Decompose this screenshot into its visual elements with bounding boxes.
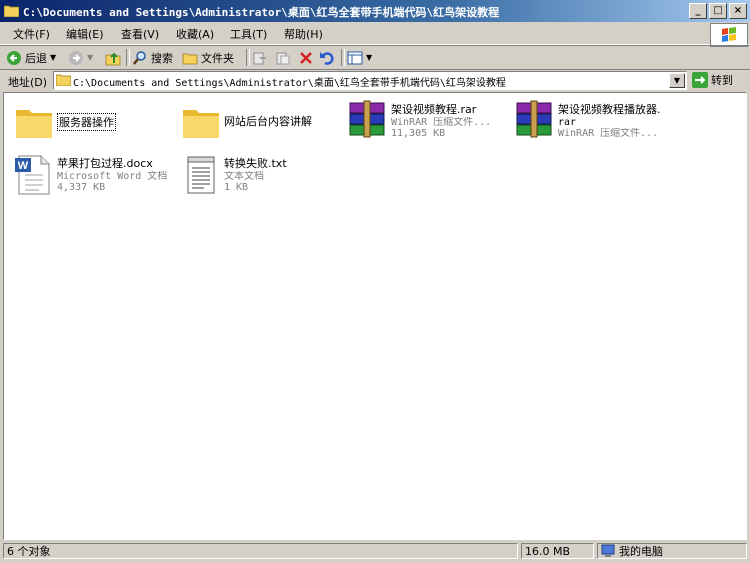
svg-text:W: W — [18, 160, 29, 172]
file-item[interactable]: 网站后台内容讲解 — [180, 100, 340, 144]
menu-file[interactable]: 文件(F) — [13, 26, 50, 42]
window-title: C:\Documents and Settings\Administrator\… — [23, 6, 500, 19]
search-icon — [133, 50, 146, 65]
forward-arrow-icon — [69, 50, 83, 65]
back-label: 后退 — [25, 51, 47, 65]
move-to-button[interactable] — [252, 49, 268, 66]
file-item[interactable]: 架设视频教程.rar WinRAR 压缩文件... 11,305 KB — [347, 99, 507, 143]
back-arrow-icon — [7, 50, 21, 65]
minimize-button[interactable]: _ — [689, 3, 707, 19]
status-location: 我的电脑 — [597, 543, 747, 559]
copy-to-icon — [276, 52, 290, 64]
address-input[interactable]: C:\Documents and Settings\Administrator\… — [53, 71, 687, 90]
file-name: 转换失败.txt — [224, 157, 287, 170]
file-item[interactable]: W 苹果打包过程.docx Microsoft Word 文档 4,337 KB — [13, 153, 173, 197]
title-bar[interactable]: C:\Documents and Settings\Administrator\… — [0, 0, 750, 22]
chevron-down-icon: ▼ — [366, 53, 373, 62]
chevron-down-icon: ▼ — [50, 53, 57, 62]
word-doc-icon: W — [15, 155, 50, 195]
file-name: 网站后台内容讲解 — [224, 115, 312, 128]
menu-tools[interactable]: 工具(T) — [230, 26, 267, 42]
forward-button[interactable]: ▼ — [68, 49, 93, 66]
file-list[interactable]: 服务器操作 网站后台内容讲解 架设视频教程.rar WinRAR 压缩文件... — [3, 92, 747, 540]
delete-button[interactable] — [298, 49, 314, 66]
winrar-icon — [516, 100, 552, 138]
my-computer-icon — [601, 544, 615, 557]
file-name: 架设视频教程播放器. — [558, 103, 661, 116]
status-object-count: 6 个对象 — [3, 543, 518, 559]
explorer-window: C:\Documents and Settings\Administrator\… — [0, 0, 750, 563]
undo-button[interactable] — [319, 49, 335, 66]
address-value: C:\Documents and Settings\Administrator\… — [73, 78, 506, 89]
go-button[interactable]: 转到 — [692, 72, 733, 88]
address-dropdown-button[interactable]: ▼ — [669, 73, 685, 88]
copy-to-button[interactable] — [275, 49, 291, 66]
file-name-continued: rar — [558, 117, 577, 128]
go-arrow-icon — [692, 72, 708, 88]
file-name: 苹果打包过程.docx — [57, 157, 153, 170]
menu-favorites[interactable]: 收藏(A) — [176, 26, 214, 42]
file-item[interactable]: 转换失败.txt 文本文档 1 KB — [180, 153, 340, 197]
folders-button[interactable]: 文件夹 — [182, 49, 234, 66]
chevron-down-icon: ▼ — [87, 53, 94, 62]
folder-icon — [56, 74, 71, 86]
search-button[interactable]: 搜索 — [132, 49, 173, 66]
winrar-icon — [349, 100, 385, 138]
menu-bar: 文件(F) 编辑(E) 查看(V) 收藏(A) 工具(T) 帮助(H) — [0, 22, 750, 45]
file-item[interactable]: 服务器操作 — [13, 100, 173, 144]
search-label: 搜索 — [151, 51, 173, 65]
go-label: 转到 — [711, 74, 733, 87]
file-item[interactable]: 架设视频教程播放器. rar WinRAR 压缩文件... — [514, 99, 674, 143]
file-name: 服务器操作 — [57, 113, 116, 131]
text-doc-icon — [187, 156, 215, 194]
file-size: 4,337 KB — [57, 182, 106, 193]
menu-help[interactable]: 帮助(H) — [284, 26, 323, 42]
delete-icon — [300, 51, 312, 64]
windows-logo-icon — [710, 23, 748, 47]
address-bar: 地址(D) C:\Documents and Settings\Administ… — [0, 69, 750, 92]
menu-edit[interactable]: 编辑(E) — [66, 26, 104, 42]
standard-toolbar: 后退 ▼ ▼ 搜索 文件夹 ▼ — [0, 45, 750, 70]
file-type: WinRAR 压缩文件... — [558, 128, 659, 139]
up-folder-icon — [105, 52, 121, 65]
folders-icon — [182, 53, 198, 64]
close-button[interactable]: × — [729, 3, 747, 19]
back-button[interactable]: 后退 ▼ — [6, 49, 56, 66]
status-size: 16.0 MB — [521, 543, 594, 559]
views-button[interactable]: ▼ — [347, 49, 372, 66]
folder-icon — [183, 110, 219, 138]
views-icon — [347, 51, 363, 64]
folder-icon — [16, 110, 52, 138]
folder-icon — [4, 5, 19, 17]
up-folder-button[interactable] — [105, 49, 121, 66]
file-type: 文本文档 — [224, 171, 264, 182]
file-size: 11,305 KB — [391, 128, 446, 139]
undo-icon — [320, 51, 334, 65]
address-label: 地址(D) — [8, 76, 48, 89]
file-size: 1 KB — [224, 182, 249, 193]
status-bar: 6 个对象 16.0 MB 我的电脑 — [0, 541, 750, 563]
move-to-icon — [253, 52, 266, 64]
file-type: Microsoft Word 文档 — [57, 171, 168, 182]
folders-label: 文件夹 — [201, 51, 234, 65]
file-name: 架设视频教程.rar — [391, 103, 477, 116]
menu-view[interactable]: 查看(V) — [121, 26, 159, 42]
maximize-button[interactable]: □ — [709, 3, 727, 19]
file-type: WinRAR 压缩文件... — [391, 117, 492, 128]
status-location-label: 我的电脑 — [619, 545, 663, 558]
